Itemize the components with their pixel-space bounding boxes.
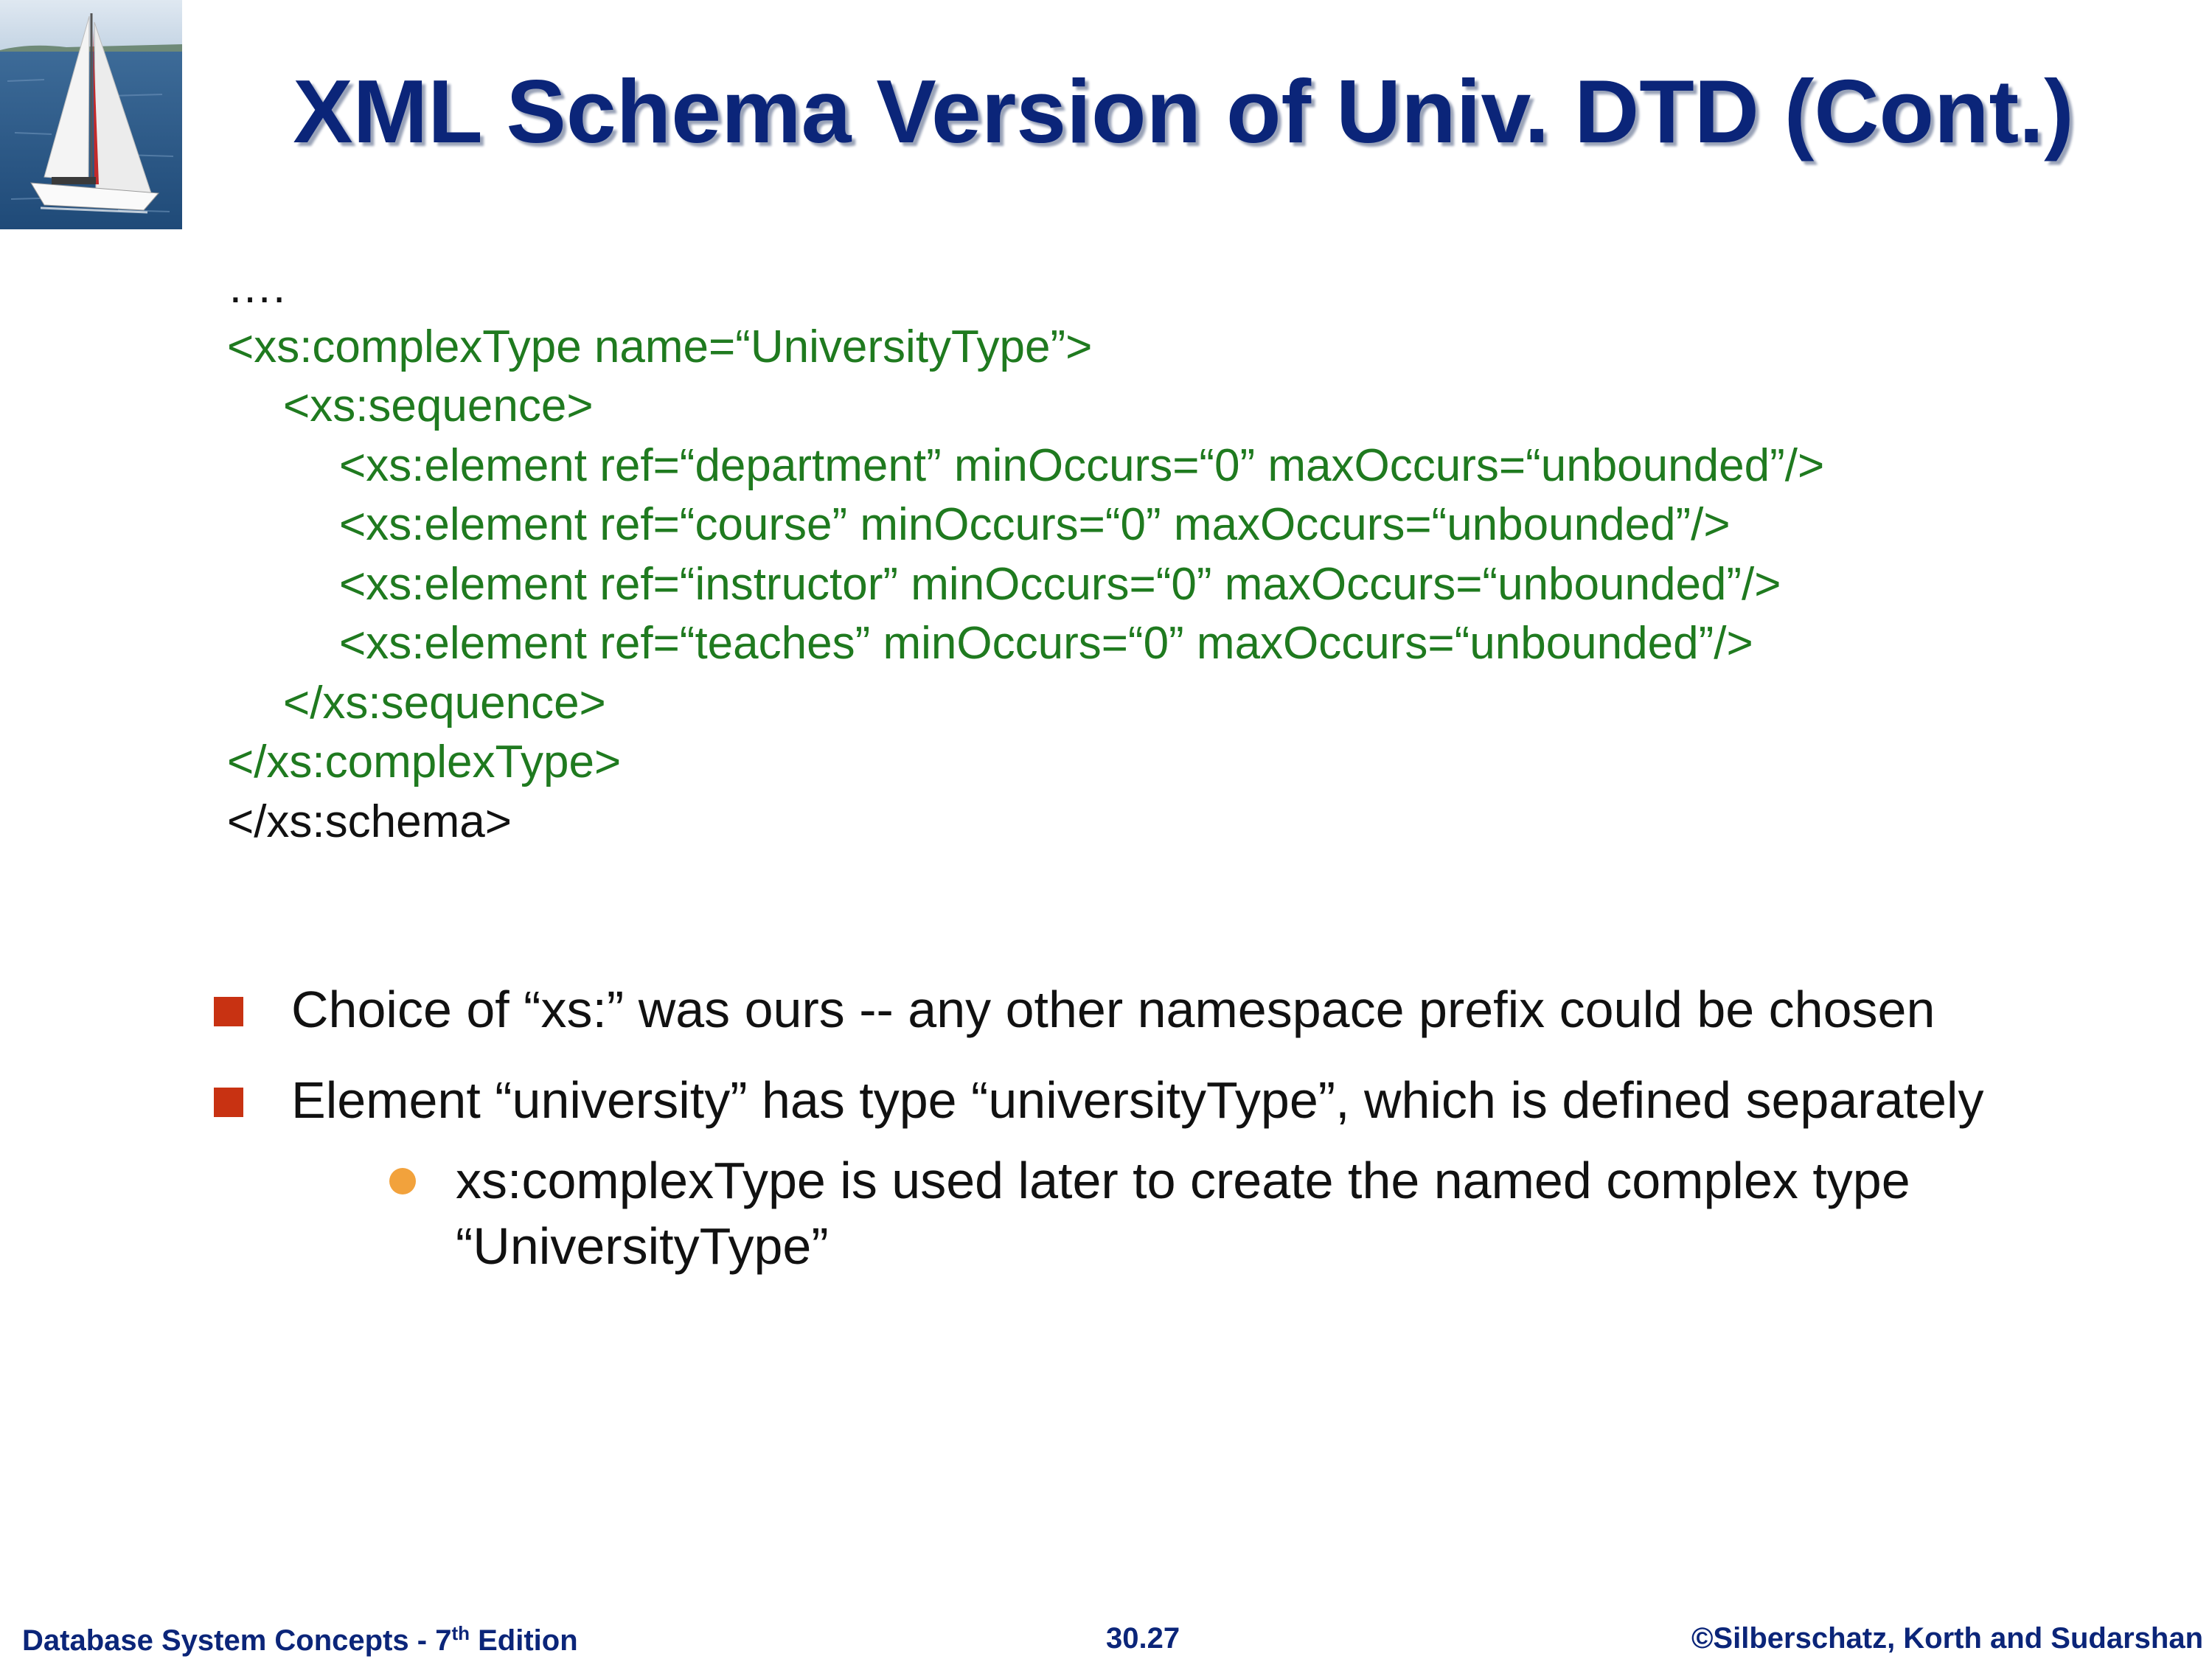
slide-footer: Database System Concepts - 7th Edition 3… (0, 1622, 2212, 1659)
sub-bullet-text: xs:complexType is used later to create t… (456, 1152, 1910, 1275)
code-line: <xs:sequence> (283, 380, 594, 431)
footer-book-title: Database System Concepts - 7th Edition (22, 1622, 578, 1658)
sailboat-logo-image (0, 0, 182, 229)
slide-title: XML Schema Version of Univ. DTD (Cont.) (293, 61, 2074, 161)
code-line: </xs:sequence> (283, 677, 606, 728)
code-line: <xs:element ref=“teaches” minOccurs=“0” … (339, 618, 1753, 669)
code-line: <xs:element ref=“course” minOccurs=“0” m… (339, 499, 1731, 550)
footer-edition-text: Edition (470, 1624, 578, 1657)
bullet-item: Element “university” has type “universit… (214, 1068, 2020, 1133)
code-line: </xs:complexType> (227, 737, 622, 787)
footer-book-title-text: Database System Concepts - 7 (22, 1624, 452, 1657)
bullet-text: Element “university” has type “universit… (291, 1071, 1984, 1129)
code-line: </xs:schema> (227, 796, 512, 847)
bullet-text: Choice of “xs:” was ours -- any other na… (291, 981, 1935, 1038)
code-line: …. (227, 262, 286, 313)
footer-copyright: ©Silberschatz, Korth and Sudarshan (1691, 1622, 2203, 1655)
footer-edition-superscript: th (451, 1622, 470, 1644)
code-line: <xs:complexType name=“UniversityType”> (227, 321, 1093, 372)
code-block: …. <xs:complexType name=“UniversityType”>… (227, 258, 1824, 852)
bullet-item: Choice of “xs:” was ours -- any other na… (214, 977, 2020, 1043)
code-line: <xs:element ref=“department” minOccurs=“… (339, 439, 1825, 491)
sub-bullet-item: xs:complexType is used later to create t… (389, 1148, 2020, 1279)
code-line: <xs:element ref=“instructor” minOccurs=“… (339, 558, 1781, 610)
circle-bullet-icon (389, 1168, 416, 1194)
square-bullet-icon (214, 997, 243, 1026)
square-bullet-icon (214, 1088, 243, 1117)
footer-page-number: 30.27 (1106, 1622, 1180, 1655)
bullet-list: Choice of “xs:” was ours -- any other na… (214, 977, 2020, 1279)
